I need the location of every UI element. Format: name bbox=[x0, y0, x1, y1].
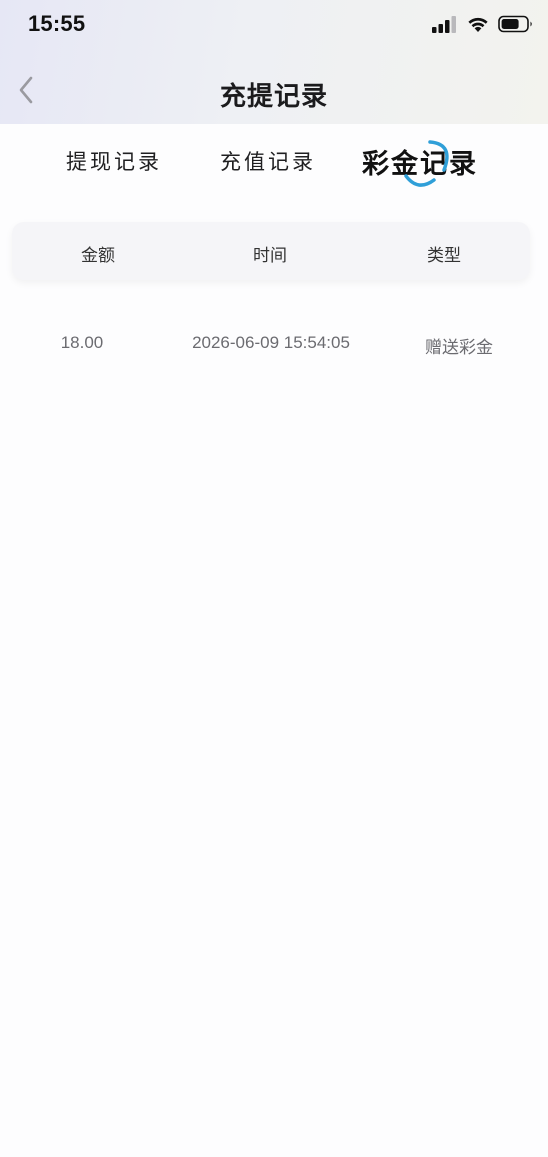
tab-withdrawal-records[interactable]: 提现记录 bbox=[66, 146, 162, 176]
column-header-amount: 金额 bbox=[81, 246, 115, 266]
cellular-signal-icon bbox=[432, 15, 458, 37]
column-header-type: 类型 bbox=[427, 246, 461, 266]
tab-deposit-records[interactable]: 充值记录 bbox=[220, 146, 316, 176]
record-tabs: 提现记录 充值记录 彩金记录 bbox=[0, 124, 548, 204]
table-row: 18.00 2026-06-09 15:54:05 赠送彩金 bbox=[0, 318, 548, 370]
navigation-bar: 充提记录 bbox=[0, 60, 548, 124]
cell-time: 2026-06-09 15:54:05 bbox=[192, 333, 350, 352]
status-icons bbox=[432, 14, 534, 38]
cell-amount: 18.00 bbox=[60, 333, 104, 352]
wifi-icon bbox=[466, 15, 490, 37]
column-header-time: 时间 bbox=[253, 246, 287, 266]
page-title: 充提记录 bbox=[219, 82, 328, 112]
active-tab-indicator bbox=[404, 140, 449, 187]
battery-icon bbox=[498, 15, 534, 37]
status-time: 15:55 bbox=[28, 11, 86, 36]
cell-type: 赠送彩金 bbox=[425, 338, 493, 358]
status-bar: 15:55 bbox=[0, 0, 548, 52]
table-header: 金额 时间 类型 bbox=[12, 222, 530, 280]
